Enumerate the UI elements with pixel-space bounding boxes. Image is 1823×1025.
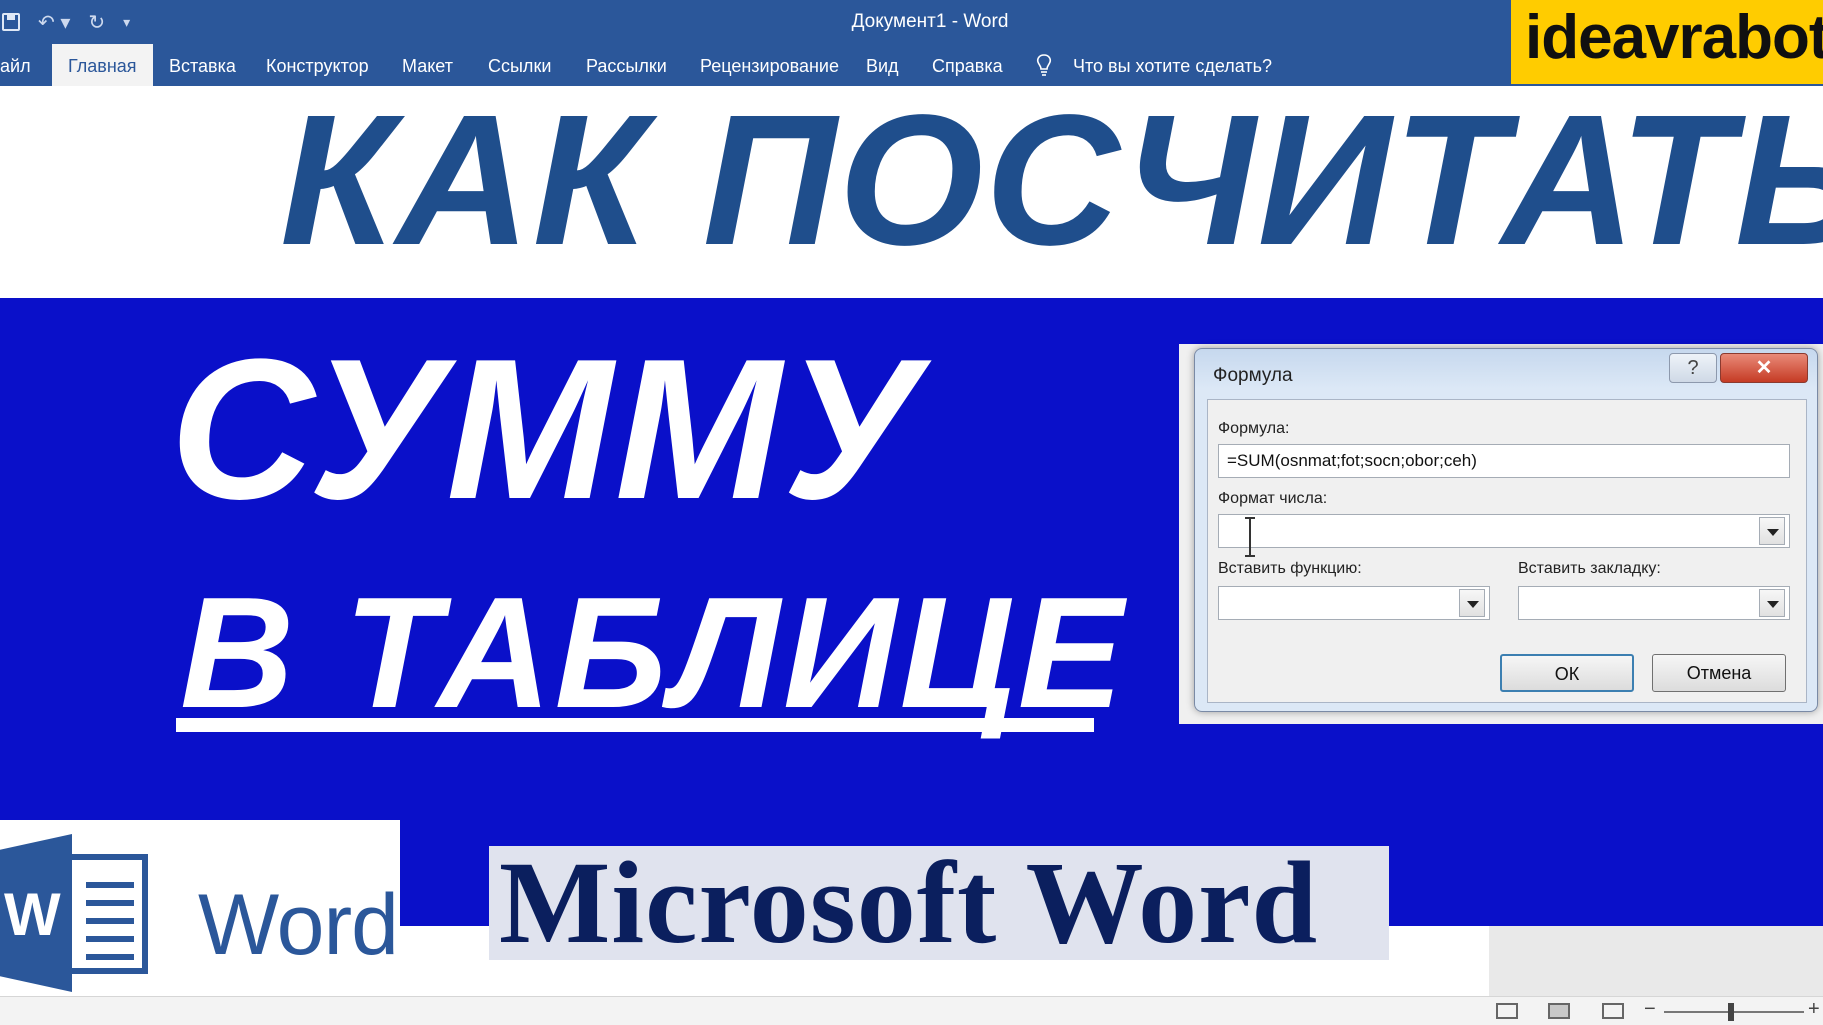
headline-line-1: КАК ПОСЧИТАТЬ xyxy=(280,77,1823,284)
dialog-title: Формула xyxy=(1213,365,1293,386)
zoom-in-icon[interactable]: + xyxy=(1808,998,1820,1021)
insert-function-label: Вставить функцию: xyxy=(1218,560,1362,577)
chevron-down-icon[interactable] xyxy=(1759,589,1785,617)
headline-line-3: В ТАБЛИЦЕ xyxy=(180,565,1127,741)
close-button[interactable]: ✕ xyxy=(1720,353,1808,383)
tab-home[interactable]: Главная xyxy=(52,44,153,86)
formula-label: Формула: xyxy=(1218,420,1290,437)
quick-access-toolbar: ↶ ▾ ↻ ▾ xyxy=(0,0,130,44)
brand-text: ideavrabote. xyxy=(1525,3,1823,72)
tab-insert[interactable]: Вставка xyxy=(169,44,236,86)
word-app-icon: W xyxy=(0,834,72,992)
insert-function-select[interactable] xyxy=(1218,586,1490,620)
word-logo-text: Word xyxy=(198,877,399,973)
save-icon[interactable] xyxy=(2,13,20,31)
product-name: Microsoft Word xyxy=(499,837,1319,968)
lightbulb-icon[interactable] xyxy=(1036,54,1052,76)
formula-field[interactable]: =SUM(osnmat;fot;socn;obor;ceh) xyxy=(1218,444,1790,478)
chevron-down-icon[interactable] xyxy=(1759,517,1785,545)
status-bar: − + xyxy=(0,996,1823,1025)
dialog-body: Формула: =SUM(osnmat;fot;socn;obor;ceh) … xyxy=(1207,399,1807,703)
zoom-slider-handle[interactable] xyxy=(1728,1003,1734,1021)
insert-bookmark-label: Вставить закладку: xyxy=(1518,560,1661,577)
text-cursor-icon xyxy=(1245,517,1255,557)
document-icon xyxy=(72,854,148,974)
headline-underline xyxy=(176,718,1094,732)
canvas-margin xyxy=(1489,926,1823,1000)
undo-icon[interactable]: ↶ ▾ xyxy=(38,10,70,35)
number-format-label: Формат числа: xyxy=(1218,490,1328,507)
product-caption: Microsoft Word xyxy=(489,837,1389,968)
zoom-slider[interactable] xyxy=(1664,1011,1804,1013)
insert-bookmark-select[interactable] xyxy=(1518,586,1790,620)
headline-line-2: СУММУ xyxy=(170,318,921,541)
web-layout-icon[interactable] xyxy=(1602,1003,1624,1019)
print-layout-icon[interactable] xyxy=(1548,1003,1570,1019)
tab-file[interactable]: айл xyxy=(0,44,31,86)
word-glyph-letter: W xyxy=(4,881,61,948)
formula-dialog: Формула ? ✕ Формула: =SUM(osnmat;fot;soc… xyxy=(1194,348,1818,712)
help-button[interactable]: ? xyxy=(1669,353,1717,383)
read-mode-icon[interactable] xyxy=(1496,1003,1518,1019)
customize-toolbar-icon[interactable]: ▾ xyxy=(123,14,130,31)
brand-badge: ideavrabote. xyxy=(1511,0,1823,84)
word-logo: W Word xyxy=(0,820,400,1020)
ok-button[interactable]: ОК xyxy=(1500,654,1634,692)
zoom-out-icon[interactable]: − xyxy=(1644,998,1656,1021)
redo-icon[interactable]: ↻ xyxy=(88,10,105,35)
number-format-select[interactable] xyxy=(1218,514,1790,548)
chevron-down-icon[interactable] xyxy=(1459,589,1485,617)
cancel-button[interactable]: Отмена xyxy=(1652,654,1786,692)
window-title: Документ1 - Word xyxy=(851,11,1009,32)
